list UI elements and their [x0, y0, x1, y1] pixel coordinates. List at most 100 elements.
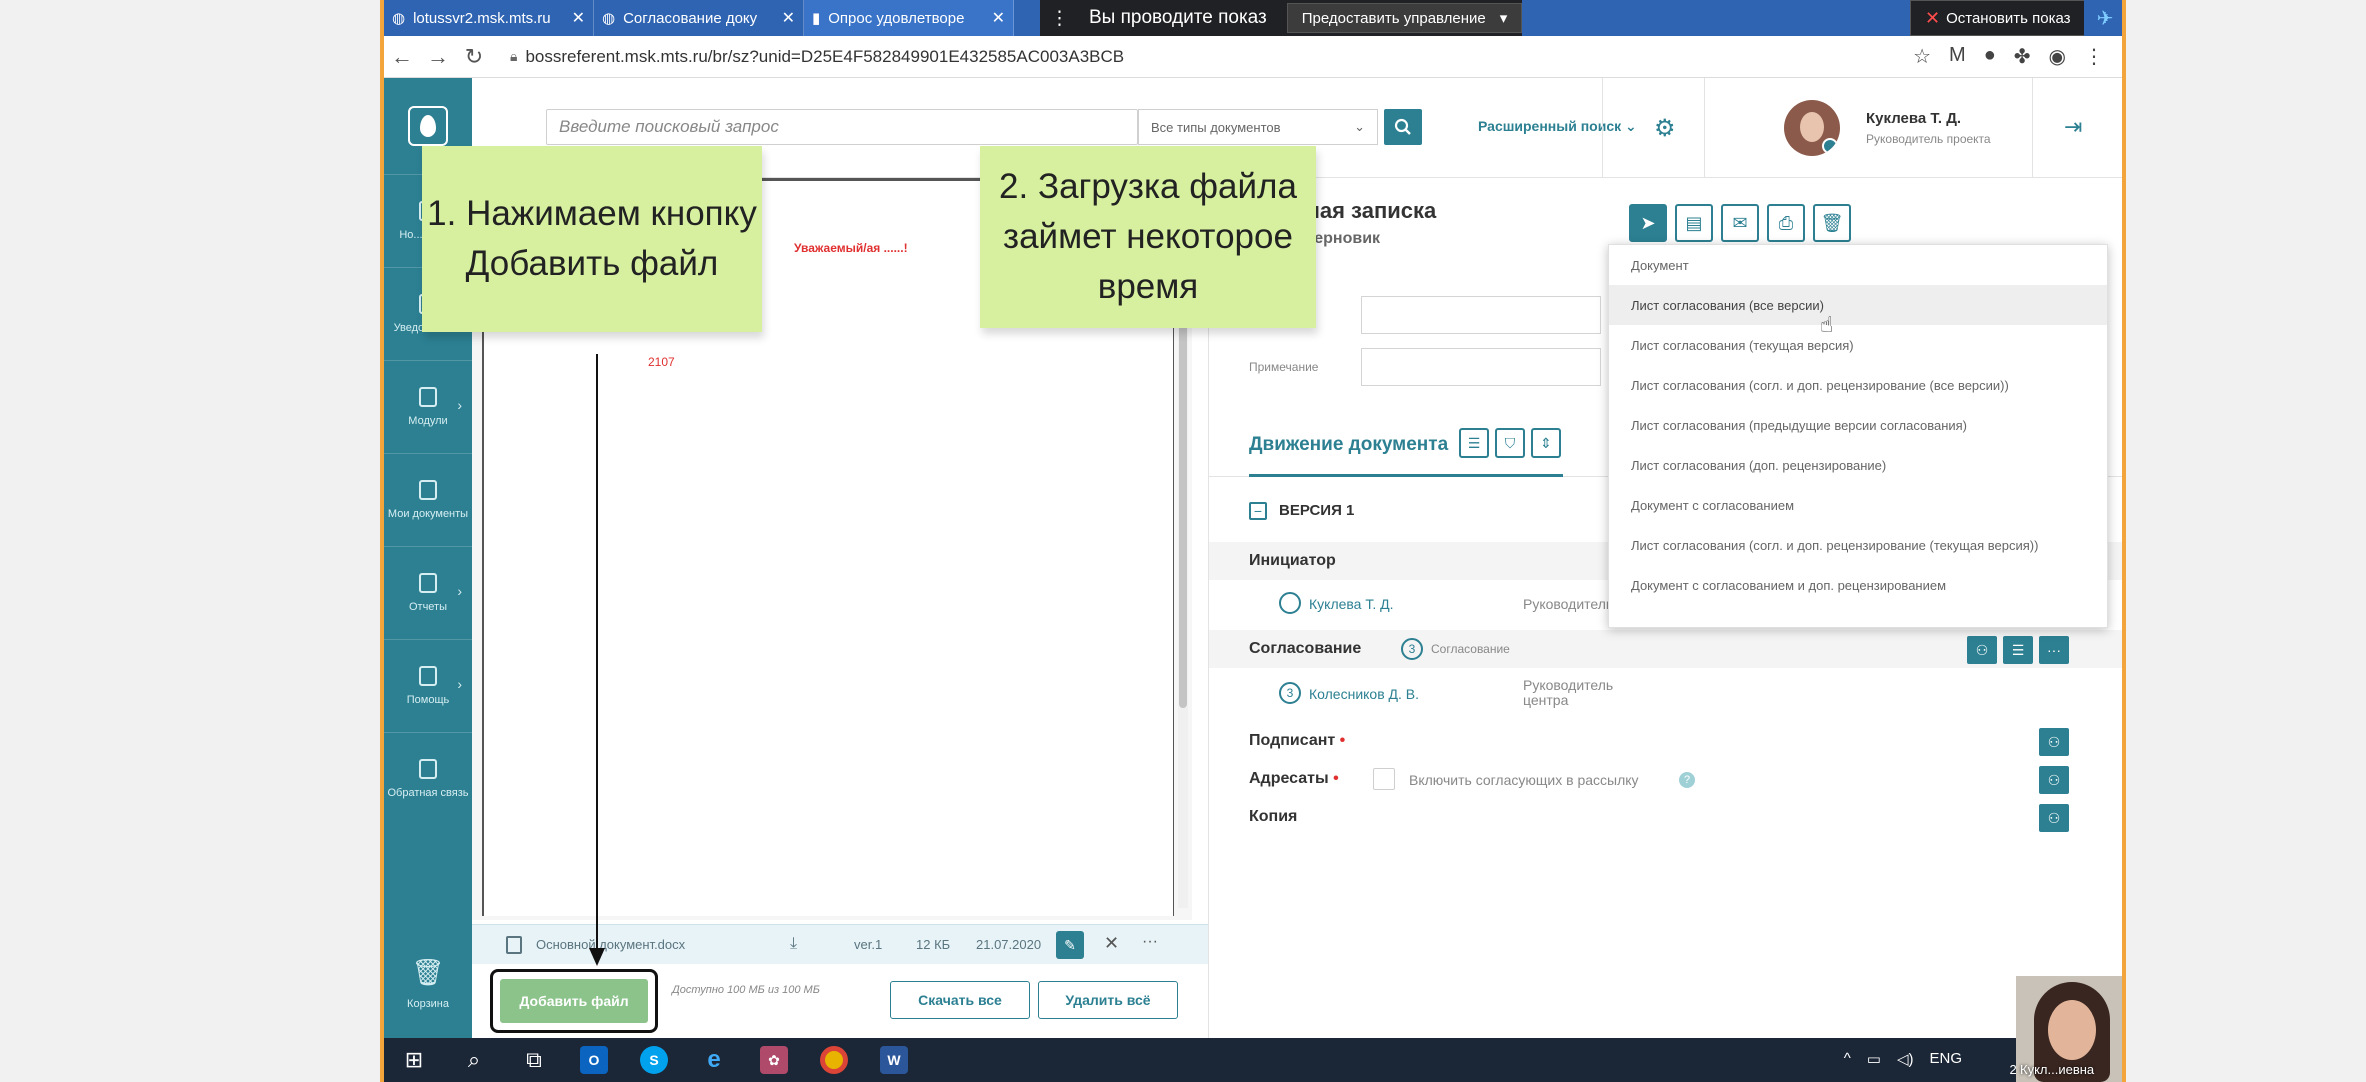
browser-tab-2[interactable]: ◍ Согласование доку ✕: [594, 0, 804, 36]
more-row-button[interactable]: ···: [2039, 636, 2069, 664]
add-addressee-button[interactable]: ⚇: [2039, 766, 2069, 794]
close-icon[interactable]: ✕: [992, 8, 1005, 28]
tab-title: Согласование доку: [623, 9, 758, 27]
download-all-button[interactable]: Скачать все: [890, 981, 1030, 1019]
shared-screen: ◍ lotussvr2.msk.mts.ru ✕ ◍ Согласование …: [380, 0, 2126, 1082]
sidebar-item-reports[interactable]: Отчеты ›: [384, 546, 472, 639]
extension-circle-icon[interactable]: ●: [1984, 44, 1996, 69]
person-icon: ⚇: [1975, 641, 1989, 658]
forward-icon[interactable]: →: [420, 44, 456, 70]
add-signer-button[interactable]: ⚇: [2039, 728, 2069, 756]
sidebar-item-label: Модули: [408, 415, 448, 427]
file-name[interactable]: Основной документ.docx: [536, 937, 685, 952]
email-button[interactable]: ✉: [1721, 204, 1759, 242]
network-icon[interactable]: ▭: [1867, 1050, 1881, 1068]
initiator-name[interactable]: Куклева Т. Д.: [1309, 596, 1394, 612]
search-input[interactable]: Введите поисковый запрос: [546, 109, 1138, 145]
status-circle-icon: [1279, 592, 1301, 614]
help-icon[interactable]: ?: [1679, 772, 1695, 788]
tab-title: Опрос удовлетворе: [828, 9, 965, 27]
user-role: Руководитель проекта: [1866, 132, 1991, 146]
menu-item-approval-review-all[interactable]: Лист согласования (согл. и доп. рецензир…: [1609, 365, 2107, 405]
add-file-button[interactable]: Добавить файл: [500, 979, 648, 1023]
advanced-search-link[interactable]: Расширенный поиск ⌄: [1478, 118, 1637, 135]
back-icon[interactable]: ←: [384, 44, 420, 70]
give-control-button[interactable]: Предоставить управление ▾: [1286, 3, 1523, 33]
task-view-icon[interactable]: ⧉: [504, 1038, 564, 1082]
doc-type-select[interactable]: Все типы документов ⌄: [1138, 109, 1378, 145]
pencil-icon[interactable]: ✎: [1056, 931, 1084, 959]
sidebar-item-feedback[interactable]: Обратная связь: [384, 732, 472, 825]
reload-icon[interactable]: ↻: [456, 44, 492, 70]
menu-item-document[interactable]: Документ: [1609, 245, 2107, 285]
add-copy-button[interactable]: ⚇: [2039, 804, 2069, 832]
menu-item-approval-review[interactable]: Лист согласования (доп. рецензирование): [1609, 445, 2107, 485]
mail-icon[interactable]: M: [1949, 44, 1966, 69]
sidebar-item-trash[interactable]: 🗑︎ Корзина: [384, 938, 472, 1028]
menu-item-approval-sheet-all[interactable]: Лист согласования (все версии): [1609, 285, 2107, 325]
expand-icon[interactable]: ⇕: [1531, 428, 1561, 458]
more-icon[interactable]: ···: [1142, 933, 1158, 951]
url-field[interactable]: 🔒︎ bossreferent.msk.mts.ru/br/sz?unid=D2…: [510, 47, 1913, 67]
send-button[interactable]: ➤: [1629, 204, 1667, 242]
volume-icon[interactable]: ◁): [1897, 1050, 1914, 1068]
taskbar: ⊞ ⌕ ⧉ O S e ✿ W ^ ▭ ◁) ENG 13:5 21.07: [384, 1038, 2122, 1082]
gear-icon[interactable]: ⚙: [1654, 114, 1676, 143]
menu-item-approval-review-current[interactable]: Лист согласования (согл. и доп. рецензир…: [1609, 525, 2107, 565]
approver-name[interactable]: Колесников Д. В.: [1309, 686, 1419, 702]
browser-tab-3[interactable]: ▮ Опрос удовлетворе ✕: [804, 0, 1014, 36]
address-bar: ← → ↻ 🔒︎ bossreferent.msk.mts.ru/br/sz?u…: [384, 36, 2122, 78]
settings-row-button[interactable]: ☰: [2003, 636, 2033, 664]
browser-tab-1[interactable]: ◍ lotussvr2.msk.mts.ru ✕: [384, 0, 594, 36]
menu-item-approval-sheet-current[interactable]: Лист согласования (текущая версия): [1609, 325, 2107, 365]
form-field[interactable]: [1361, 296, 1601, 334]
avatar[interactable]: [1784, 100, 1840, 156]
search-icon: [1394, 118, 1411, 135]
sidebar-item-help[interactable]: Помощь ›: [384, 639, 472, 732]
search-button[interactable]: [1384, 109, 1422, 145]
pin-icon[interactable]: ✈: [2084, 0, 2122, 36]
include-approvers-checkbox[interactable]: [1373, 768, 1395, 790]
url-text: bossreferent.msk.mts.ru/br/sz?unid=D25E4…: [525, 46, 1125, 66]
logout-icon[interactable]: ⇥: [2064, 114, 2082, 140]
delete-all-button[interactable]: Удалить всё: [1038, 981, 1178, 1019]
internet-explorer-icon[interactable]: e: [684, 1038, 744, 1082]
menu-icon[interactable]: ⋮: [2084, 44, 2104, 69]
close-icon[interactable]: ✕: [782, 8, 795, 28]
more-icon[interactable]: ⋮: [1040, 7, 1069, 30]
language-indicator[interactable]: ENG: [1929, 1050, 1962, 1068]
stop-share-button[interactable]: ✕ Остановить показ: [1910, 0, 2086, 36]
close-icon[interactable]: ✕: [572, 8, 585, 28]
menu-item-doc-with-approval[interactable]: Документ с согласованием: [1609, 485, 2107, 525]
outlook-icon[interactable]: O: [564, 1038, 624, 1082]
windows-start-icon[interactable]: ⊞: [384, 1038, 444, 1082]
download-icon[interactable]: ⤓: [790, 935, 797, 953]
file-actions: Добавить файл Доступно 100 МБ из 100 МБ …: [472, 964, 1208, 1038]
sliders-icon[interactable]: ☰: [1459, 428, 1489, 458]
profile-icon[interactable]: ◉: [2049, 44, 2066, 69]
print-button[interactable]: ⎙: [1767, 204, 1805, 242]
delete-button[interactable]: 🗑︎: [1813, 204, 1851, 242]
add-person-button[interactable]: ⚇: [1967, 636, 1997, 664]
puzzle-icon[interactable]: ✤: [2014, 44, 2031, 69]
note-label: Примечание: [1249, 360, 1319, 374]
clipboard-icon: [419, 480, 437, 500]
tab-document-movement[interactable]: Движение документа: [1249, 434, 1448, 456]
note-field[interactable]: [1361, 348, 1601, 386]
collapse-icon[interactable]: −: [1249, 502, 1267, 520]
word-icon[interactable]: W: [864, 1038, 924, 1082]
sidebar-item-my-documents[interactable]: Мои документы: [384, 453, 472, 546]
star-icon[interactable]: ☆: [1913, 44, 1931, 69]
lotus-icon[interactable]: ✿: [744, 1038, 804, 1082]
filter-icon[interactable]: ⛉: [1495, 428, 1525, 458]
skype-icon[interactable]: S: [624, 1038, 684, 1082]
search-icon[interactable]: ⌕: [444, 1038, 504, 1082]
close-icon: ✕: [1925, 7, 1941, 28]
close-icon[interactable]: ✕: [1104, 933, 1119, 954]
menu-item-approval-previous[interactable]: Лист согласования (предыдущие версии сог…: [1609, 405, 2107, 445]
sidebar-item-modules[interactable]: Модули ›: [384, 360, 472, 453]
menu-item-doc-with-approval-review[interactable]: Документ с согласованием и доп. рецензир…: [1609, 565, 2107, 605]
add-note-button[interactable]: ▤: [1675, 204, 1713, 242]
chrome-icon[interactable]: [804, 1038, 864, 1082]
chevron-up-icon[interactable]: ^: [1844, 1050, 1851, 1068]
